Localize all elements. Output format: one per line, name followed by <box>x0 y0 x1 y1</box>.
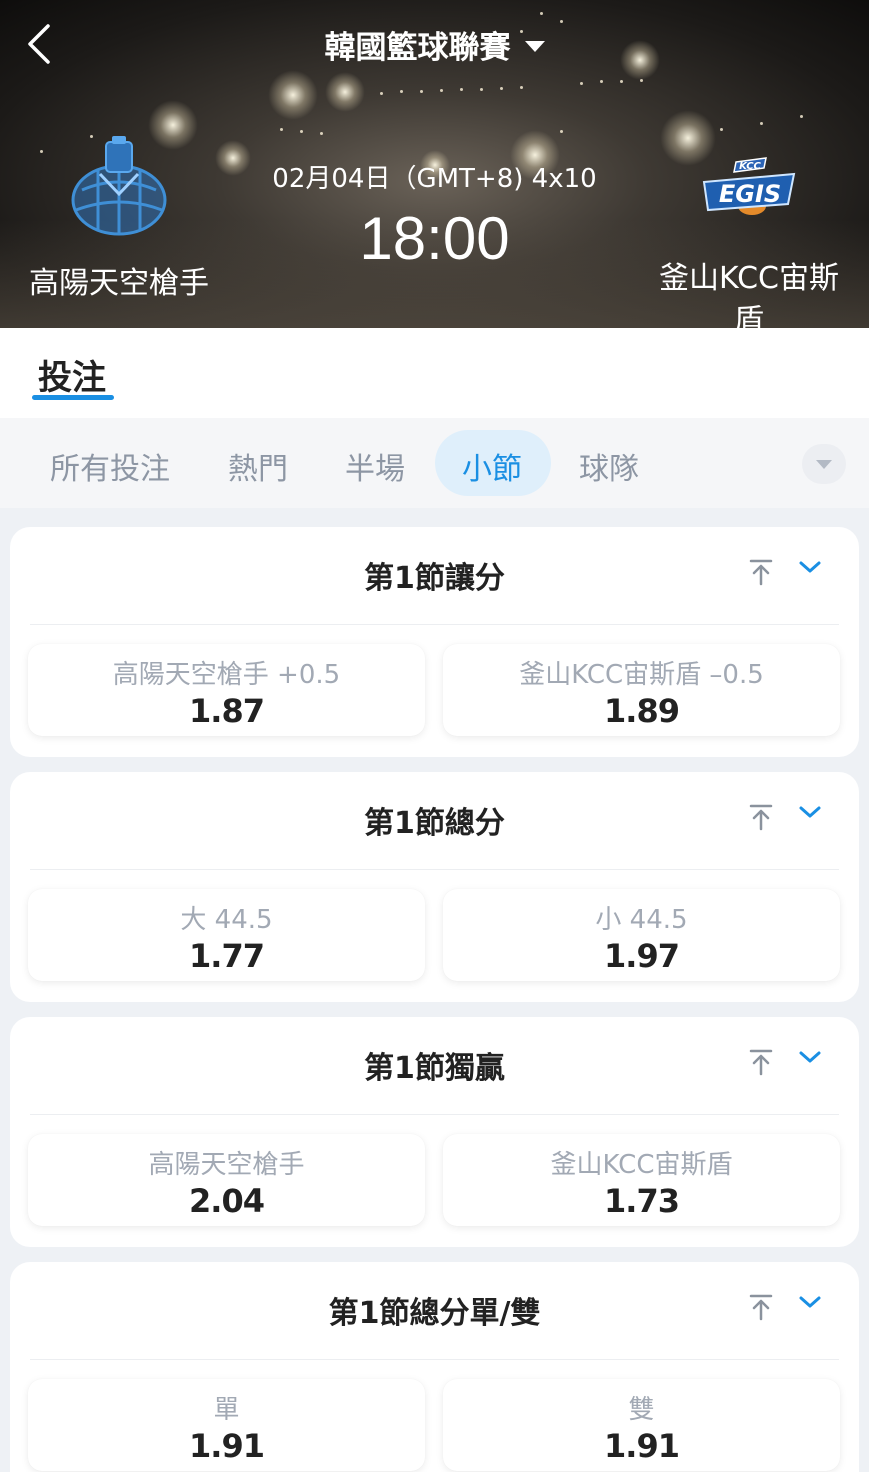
odds-button-right[interactable]: 釜山KCC宙斯盾 1.73 <box>443 1134 840 1226</box>
away-team-name: 釜山KCC宙斯盾 <box>659 261 839 330</box>
selection-label: 高陽天空槍手 +0.5 <box>112 660 341 690</box>
selection-label: 單 <box>213 1395 240 1425</box>
caret-down-icon <box>524 41 545 52</box>
league-title: 韓國籃球聯賽 <box>324 30 511 66</box>
card-divider <box>30 869 839 870</box>
odds-button-right[interactable]: 小 44.5 1.97 <box>443 889 840 981</box>
odds-price: 1.87 <box>189 692 265 730</box>
pin-to-top-icon[interactable] <box>746 1292 776 1322</box>
main-tabbar <box>0 328 869 418</box>
filter-expand-button[interactable] <box>802 444 846 484</box>
tab-active-indicator <box>32 395 114 400</box>
match-date: 02月04日（GMT+8) 4x10 <box>272 164 597 194</box>
chevron-down-icon[interactable] <box>796 1290 824 1314</box>
odds-price: 1.97 <box>604 937 680 975</box>
selection-label: 釜山KCC宙斯盾 –0.5 <box>519 660 764 690</box>
odds-button-left[interactable]: 高陽天空槍手 +0.5 1.87 <box>28 644 425 736</box>
market-card: 第1節總分單/雙單 1.91 雙 1.91 <box>10 1262 859 1472</box>
market-card: 第1節總分大 44.5 1.77 小 44.5 1.97 <box>10 772 859 1002</box>
chevron-down-icon[interactable] <box>796 1045 824 1069</box>
odds-button-right[interactable]: 雙 1.91 <box>443 1379 840 1471</box>
selection-label: 雙 <box>628 1395 655 1425</box>
market-title: 第1節總分單/雙 <box>328 1296 541 1331</box>
market-card: 第1節獨贏 高陽天空槍手 2.04 釜山KCC宙斯盾 1.73 <box>10 1017 859 1247</box>
filter-quarter[interactable]: 小節 <box>462 444 522 488</box>
odds-price: 1.89 <box>604 692 680 730</box>
selection-label: 大 44.5 <box>180 905 273 935</box>
odds-price: 2.04 <box>189 1182 265 1220</box>
odds-button-left[interactable]: 單 1.91 <box>28 1379 425 1471</box>
pin-to-top-icon[interactable] <box>746 802 776 832</box>
filter-all-bets[interactable]: 所有投注 <box>50 444 170 488</box>
market-title: 第1節總分 <box>364 806 505 841</box>
selection-label: 釜山KCC宙斯盾 <box>550 1150 733 1180</box>
card-divider <box>30 1359 839 1360</box>
selection-label: 小 44.5 <box>595 905 688 935</box>
market-card: 第1節讓分 高陽天空槍手 +0.5 1.87 釜山KCC宙斯盾 –0.5 1.89 <box>10 527 859 757</box>
odds-price: 1.73 <box>604 1182 680 1220</box>
odds-price: 1.91 <box>604 1427 680 1465</box>
chevron-down-icon[interactable] <box>796 555 824 579</box>
league-selector[interactable]: 韓國籃球聯賽 <box>0 22 869 67</box>
chevron-down-icon[interactable] <box>796 800 824 824</box>
odds-button-left[interactable]: 高陽天空槍手 2.04 <box>28 1134 425 1226</box>
odds-price: 1.77 <box>189 937 265 975</box>
odds-button-right[interactable]: 釜山KCC宙斯盾 –0.5 1.89 <box>443 644 840 736</box>
selection-label: 高陽天空槍手 <box>148 1150 305 1180</box>
card-divider <box>30 1114 839 1115</box>
tab-bet[interactable]: 投注 <box>38 350 106 399</box>
home-team-name: 高陽天空槍手 <box>29 266 209 301</box>
filter-team[interactable]: 球隊 <box>579 444 639 488</box>
odds-button-left[interactable]: 大 44.5 1.77 <box>28 889 425 981</box>
filter-popular[interactable]: 熱門 <box>228 444 288 488</box>
odds-price: 1.91 <box>189 1427 265 1465</box>
pin-to-top-icon[interactable] <box>746 557 776 587</box>
market-title: 第1節獨贏 <box>364 1051 505 1086</box>
match-header: 韓國籃球聯賽 KCC EGIS 02月04日（GMT+8) 4x10 18:00… <box>0 0 869 330</box>
pin-to-top-icon[interactable] <box>746 1047 776 1077</box>
market-title: 第1節讓分 <box>364 561 505 596</box>
card-divider <box>30 624 839 625</box>
filter-half[interactable]: 半場 <box>345 444 405 488</box>
